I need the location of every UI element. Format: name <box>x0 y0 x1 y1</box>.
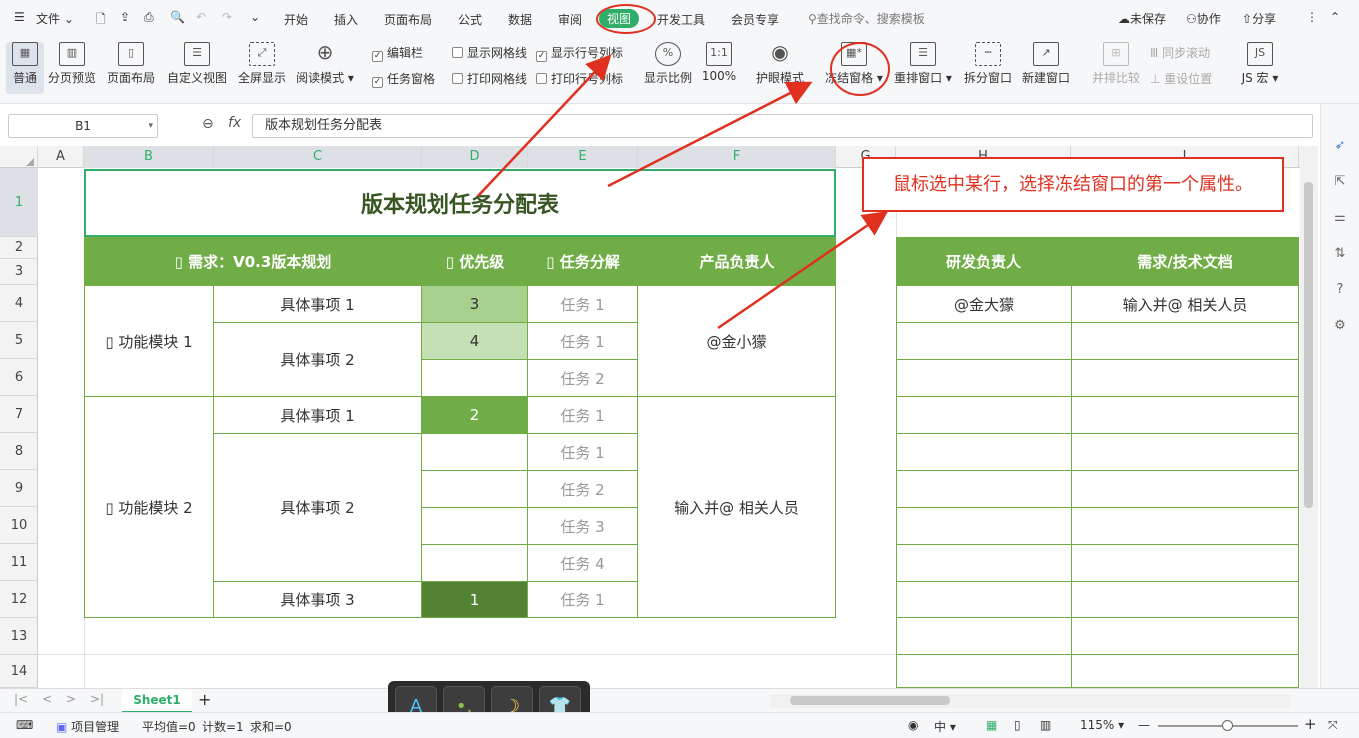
next-sheet-icon[interactable]: > <box>66 692 76 706</box>
count-value: 计数=1 <box>202 720 244 734</box>
avg-value: 平均值=0 <box>142 720 196 734</box>
project-icon: ▣ <box>56 720 68 734</box>
status-bar: ⌨ ▣ 项目管理 平均值=0 计数=1 求和=0 ◉ 中 ▾ ▦ ▯ ▥ 115… <box>0 712 1359 738</box>
zoom-in-icon[interactable]: + <box>1304 715 1317 733</box>
arrow-to-freeze <box>607 81 813 188</box>
arrow-to-callout <box>717 211 889 330</box>
zoom-out-icon[interactable]: — <box>1138 718 1150 732</box>
zoom-slider-thumb[interactable] <box>1222 720 1233 731</box>
prev-sheet-icon[interactable]: < <box>42 692 52 706</box>
lang-button[interactable]: 中 ▾ <box>934 718 956 735</box>
sum-value: 求和=0 <box>250 720 292 734</box>
lang-label: 中 <box>934 720 947 734</box>
page-view-icon[interactable]: ▯ <box>1014 718 1021 732</box>
project-label: 项目管理 <box>71 720 120 734</box>
annotation-arrows <box>477 54 889 330</box>
normal-view-icon[interactable]: ▦ <box>986 718 997 732</box>
zoom-level: 115% <box>1080 718 1115 732</box>
record-macro-icon[interactable]: ⌨ <box>16 718 33 732</box>
project-button[interactable]: ▣ 项目管理 <box>56 718 119 735</box>
book-view-icon[interactable]: ▥ <box>1040 718 1051 732</box>
arrow-to-show-headers <box>477 54 612 197</box>
first-sheet-icon[interactable]: |< <box>14 692 28 706</box>
last-sheet-icon[interactable]: >| <box>90 692 104 706</box>
horizontal-scroll-thumb[interactable] <box>790 696 950 705</box>
fullscreen-status-icon[interactable]: ⤧ <box>1328 718 1338 733</box>
zoom-dropdown[interactable]: 115% ▾ <box>1080 718 1124 732</box>
sheet-tab[interactable]: Sheet1 <box>122 689 192 713</box>
sheet-tab-bar: |< < > >| Sheet1 + <box>0 688 1359 713</box>
eye-status-icon[interactable]: ◉ <box>908 718 918 732</box>
add-sheet-icon[interactable]: + <box>198 690 211 709</box>
horizontal-scrollbar[interactable] <box>770 694 1290 708</box>
